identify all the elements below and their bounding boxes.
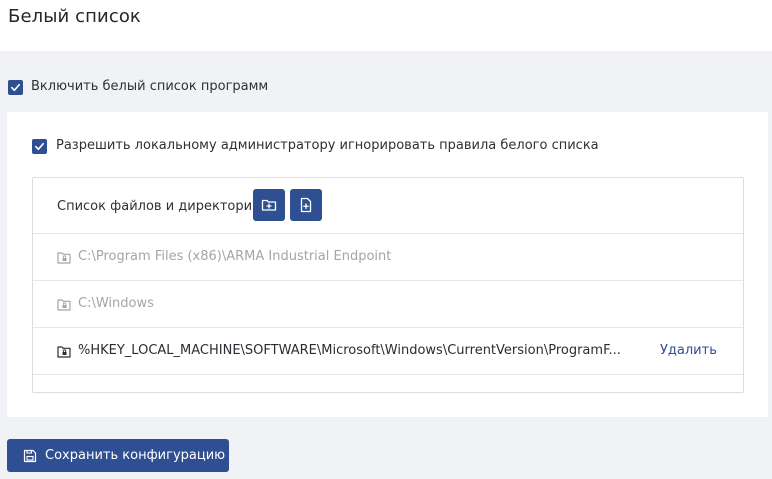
enable-whitelist-label: Включить белый список программ xyxy=(31,79,269,94)
folder-lock-icon xyxy=(57,299,71,311)
list-item: C:\Windows xyxy=(33,281,743,328)
file-plus-icon xyxy=(300,197,312,213)
checkmark-icon xyxy=(35,142,44,151)
list-item-path: %HKEY_LOCAL_MACHINE\SOFTWARE\Microsoft\W… xyxy=(78,343,621,358)
add-folder-button[interactable] xyxy=(253,189,285,221)
list-header: Список файлов и директорий xyxy=(33,178,743,234)
file-directory-list: Список файлов и директорий C:\Program Fi… xyxy=(32,177,744,393)
enable-whitelist-checkbox[interactable] xyxy=(8,80,23,95)
folder-plus-icon xyxy=(261,199,277,211)
save-configuration-button[interactable]: Сохранить конфигурацию xyxy=(7,439,229,472)
add-file-button[interactable] xyxy=(290,189,322,221)
list-item: %HKEY_LOCAL_MACHINE\SOFTWARE\Microsoft\W… xyxy=(33,328,743,375)
allow-admin-label: Разрешить локальному администратору игно… xyxy=(56,138,599,153)
list-title: Список файлов и директорий xyxy=(57,199,261,214)
delete-link[interactable]: Удалить xyxy=(660,343,717,358)
page-title: Белый список xyxy=(8,6,141,27)
save-button-label: Сохранить конфигурацию xyxy=(45,448,226,463)
page-header: Белый список xyxy=(0,0,772,51)
whitelist-settings-panel: Разрешить локальному администратору игно… xyxy=(7,112,768,417)
list-item-path: C:\Program Files (x86)\ARMA Industrial E… xyxy=(78,249,392,264)
folder-lock-icon xyxy=(57,346,71,358)
save-icon xyxy=(23,449,37,463)
folder-lock-icon xyxy=(57,252,71,264)
list-item: C:\Program Files (x86)\ARMA Industrial E… xyxy=(33,234,743,281)
allow-admin-checkbox[interactable] xyxy=(32,139,47,154)
list-item-path: C:\Windows xyxy=(78,296,154,311)
checkmark-icon xyxy=(11,83,20,92)
